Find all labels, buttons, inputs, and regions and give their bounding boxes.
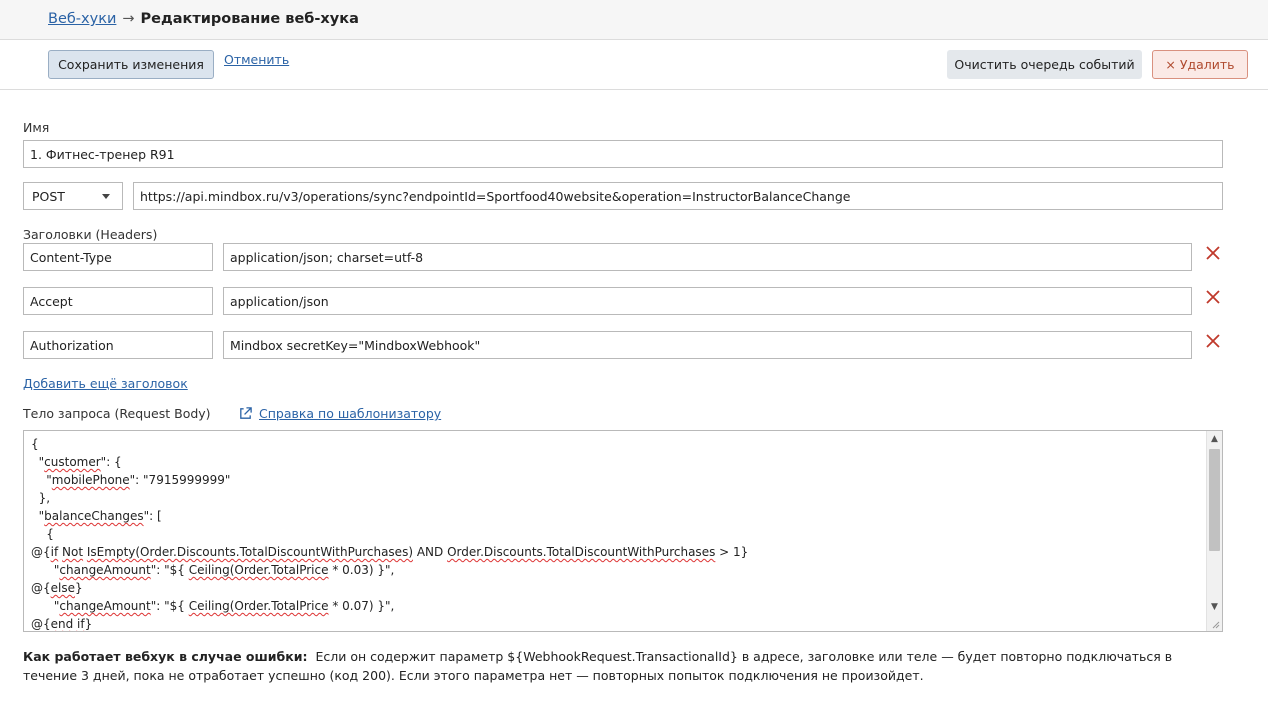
breadcrumb: Веб-хуки → Редактирование веб-хука [48,11,359,27]
page-title: Редактирование веб-хука [140,11,359,27]
close-icon[interactable] [1205,333,1221,349]
method-value: POST [32,188,65,204]
editor-scrollbar[interactable]: ▲ ▼ [1206,431,1222,631]
resize-grip-icon[interactable] [1212,621,1220,629]
template-help-link[interactable]: Справка по шаблонизатору [259,406,441,421]
chevron-down-icon [102,193,110,199]
breadcrumb-webhooks-link[interactable]: Веб-хуки [48,11,116,27]
request-body-code: { "customer": { "mobilePhone": "79159999… [31,437,749,631]
scroll-up-icon[interactable]: ▲ [1207,431,1222,447]
cancel-link[interactable]: Отменить [224,52,289,67]
method-select[interactable]: POST [23,182,123,210]
header-key-input[interactable]: Authorization [23,331,213,359]
toolbar: Сохранить изменения Отменить Очистить оч… [0,40,1268,90]
template-help: Справка по шаблонизатору [238,406,441,421]
external-link-icon [238,406,253,421]
body-label: Тело запроса (Request Body) [23,406,211,421]
headers-label: Заголовки (Headers) [23,227,158,242]
scroll-down-icon[interactable]: ▼ [1207,599,1222,615]
note-title: Как работает вебхук в случае ошибки: [23,649,308,664]
request-body-editor[interactable]: { "customer": { "mobilePhone": "79159999… [23,430,1223,632]
url-input[interactable]: https://api.mindbox.ru/v3/operations/syn… [133,182,1223,210]
header-value-input[interactable]: Mindbox secretKey="MindboxWebhook" [223,331,1192,359]
save-button[interactable]: Сохранить изменения [48,50,214,79]
header-value-input[interactable]: application/json [223,287,1192,315]
delete-button[interactable]: × Удалить [1152,50,1248,79]
name-label: Имя [23,120,50,135]
header-value-input[interactable]: application/json; charset=utf-8 [223,243,1192,271]
header-key-input[interactable]: Accept [23,287,213,315]
header-key-input[interactable]: Content-Type [23,243,213,271]
page-header: Веб-хуки → Редактирование веб-хука [0,0,1268,40]
close-icon[interactable] [1205,289,1221,305]
add-header-link[interactable]: Добавить ещё заголовок [23,376,188,391]
error-behavior-note: Как работает вебхук в случае ошибки: Есл… [23,647,1223,685]
breadcrumb-arrow: → [122,11,135,27]
close-icon[interactable] [1205,245,1221,261]
scroll-thumb[interactable] [1209,449,1220,551]
clear-queue-button[interactable]: Очистить очередь событий [947,50,1142,79]
name-input[interactable]: 1. Фитнес-тренер R91 [23,140,1223,168]
